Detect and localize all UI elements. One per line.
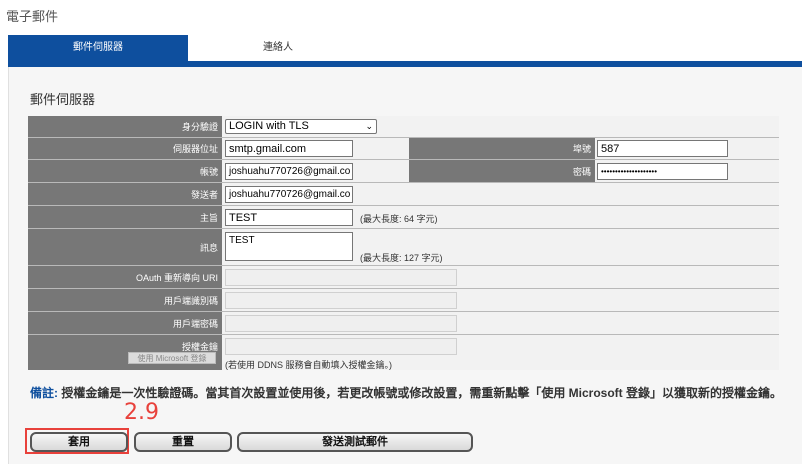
oauth-uri-label: OAuth 重新導向 URI — [28, 266, 221, 288]
client-id-label: 用戶端識別碼 — [28, 289, 221, 311]
chevron-down-icon: ⌄ — [365, 121, 373, 131]
subject-input[interactable]: TEST — [225, 209, 353, 226]
row-message: 訊息 TEST (最大長度: 127 字元) — [28, 229, 779, 266]
step-annotation: 2.9 — [124, 400, 159, 425]
port-input[interactable]: 587 — [597, 140, 728, 157]
oauth-uri-input[interactable] — [225, 269, 457, 286]
row-sender: 發送者 joshuahu770726@gmail.co — [28, 183, 779, 206]
apply-button[interactable]: 套用 — [30, 432, 128, 452]
microsoft-login-button[interactable]: 使用 Microsoft 登錄 — [128, 352, 216, 364]
client-id-input[interactable] — [225, 292, 457, 309]
row-auth: 身分驗證 LOGIN with TLS ⌄ — [28, 116, 779, 138]
message-textarea[interactable]: TEST — [225, 232, 353, 261]
subject-label: 主旨 — [28, 206, 221, 228]
row-auth-key: 授權金鑰 使用 Microsoft 登錄 (若使用 DDNS 服務會自動填入授權… — [28, 335, 779, 370]
account-input[interactable]: joshuahu770726@gmail.co — [225, 163, 353, 180]
auth-select[interactable]: LOGIN with TLS ⌄ — [225, 119, 377, 134]
auth-key-note: (若使用 DDNS 服務會自動填入授權金鑰。) — [225, 360, 392, 370]
section-title: 郵件伺服器 — [30, 92, 96, 107]
password-label: 密碼 — [409, 160, 594, 182]
client-secret-input[interactable] — [225, 315, 457, 332]
account-label: 帳號 — [28, 160, 221, 182]
auth-key-input[interactable] — [225, 338, 457, 355]
auth-key-label-cell: 授權金鑰 使用 Microsoft 登錄 — [28, 335, 221, 370]
message-max-length: (最大長度: 127 字元) — [360, 253, 443, 263]
send-test-email-button[interactable]: 發送測試郵件 — [237, 432, 473, 452]
tab-contacts[interactable]: 連絡人 — [188, 35, 368, 61]
sender-label: 發送者 — [28, 183, 221, 205]
mail-server-form: 身分驗證 LOGIN with TLS ⌄ 伺服器位址 smtp.gmail.c… — [28, 116, 779, 370]
server-input[interactable]: smtp.gmail.com — [225, 140, 353, 157]
row-client-secret: 用戶端密碼 — [28, 312, 779, 335]
page-title: 電子郵件 — [6, 9, 59, 24]
row-subject: 主旨 TEST (最大長度: 64 字元) — [28, 206, 779, 229]
row-oauth-uri: OAuth 重新導向 URI — [28, 266, 779, 289]
row-account: 帳號 joshuahu770726@gmail.co 密碼 ••••••••••… — [28, 160, 779, 183]
auth-select-value: LOGIN with TLS — [229, 120, 309, 132]
tab-mail-server[interactable]: 郵件伺服器 — [8, 35, 188, 61]
sender-input[interactable]: joshuahu770726@gmail.co — [225, 186, 353, 203]
message-label: 訊息 — [28, 229, 221, 265]
remark-text: 授權金鑰是一次性驗證碼。當其首次設置並使用後，若更改帳號或修改設置，需重新點擊「… — [58, 386, 783, 400]
row-server: 伺服器位址 smtp.gmail.com 埠號 587 — [28, 138, 779, 160]
subject-max-length: (最大長度: 64 字元) — [360, 214, 438, 224]
remark-label: 備註: — [30, 386, 58, 400]
auth-label: 身分驗證 — [28, 116, 221, 137]
port-label: 埠號 — [409, 138, 594, 159]
server-label: 伺服器位址 — [28, 138, 221, 159]
tab-bar: 郵件伺服器 連絡人 — [8, 35, 802, 63]
row-client-id: 用戶端識別碼 — [28, 289, 779, 312]
client-secret-label: 用戶端密碼 — [28, 312, 221, 334]
reset-button[interactable]: 重置 — [134, 432, 232, 452]
password-input[interactable]: •••••••••••••••••••• — [597, 163, 728, 180]
